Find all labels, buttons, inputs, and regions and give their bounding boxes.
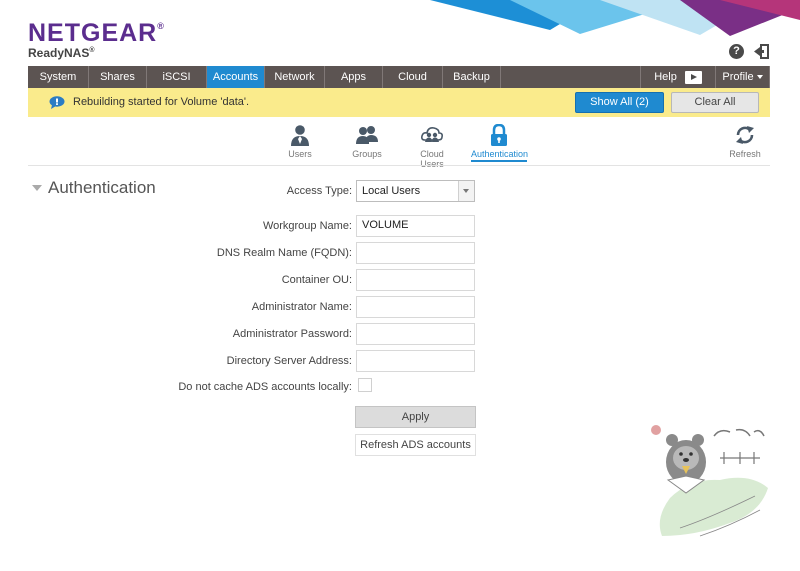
- admin-password-field[interactable]: [356, 323, 475, 345]
- alert-message: Rebuilding started for Volume 'data'.: [73, 96, 250, 108]
- nav-shares[interactable]: Shares: [89, 66, 147, 88]
- admin-name-label: Administrator Name:: [251, 301, 352, 313]
- user-icon: [291, 125, 309, 146]
- main-nav: System Shares iSCSI Accounts Network App…: [28, 66, 770, 88]
- nav-help[interactable]: Help: [641, 66, 716, 88]
- tab-users[interactable]: Users: [284, 124, 316, 159]
- lock-icon: [491, 124, 507, 146]
- active-tab-indicator: [471, 160, 527, 162]
- section-header[interactable]: Authentication: [32, 178, 156, 198]
- dns-realm-field[interactable]: [356, 242, 475, 264]
- tab-cloud-users-label: Cloud Users: [420, 149, 444, 169]
- nav-profile[interactable]: Profile: [716, 66, 770, 88]
- logout-icon[interactable]: [754, 44, 770, 59]
- apply-button[interactable]: Apply: [355, 406, 476, 428]
- nav-spacer: [501, 66, 641, 88]
- netgear-logo: NETGEAR®: [28, 19, 165, 47]
- access-type-value: Local Users: [362, 185, 421, 197]
- show-all-button[interactable]: Show All (2): [575, 92, 664, 113]
- access-type-select[interactable]: Local Users: [356, 180, 475, 202]
- nav-iscsi[interactable]: iSCSI: [147, 66, 207, 88]
- dns-realm-label: DNS Realm Name (FQDN):: [216, 247, 352, 259]
- directory-server-label: Directory Server Address:: [226, 355, 352, 367]
- play-video-icon: [684, 70, 702, 84]
- tab-groups[interactable]: Groups: [350, 124, 384, 159]
- nav-network[interactable]: Network: [265, 66, 325, 88]
- header-icons: ?: [729, 44, 770, 59]
- refresh-icon: [736, 126, 754, 144]
- help-circle-icon[interactable]: ?: [729, 44, 744, 59]
- collapse-triangle-icon: [32, 185, 42, 191]
- admin-password-label: Administrator Password:: [232, 328, 352, 340]
- tab-authentication[interactable]: Authentication: [471, 124, 529, 162]
- container-ou-label: Container OU:: [281, 274, 352, 286]
- refresh-button[interactable]: Refresh: [728, 124, 762, 159]
- tab-groups-label: Groups: [352, 149, 382, 159]
- refresh-ads-button[interactable]: Refresh ADS accounts: [355, 434, 476, 456]
- product-name: ReadyNAS®: [28, 46, 95, 60]
- watermark-bear-logo: [651, 425, 768, 537]
- nav-accounts[interactable]: Accounts: [207, 66, 265, 88]
- tab-cloud-users[interactable]: Cloud Users: [408, 124, 456, 169]
- tabs-divider: [28, 165, 770, 166]
- nav-cloud[interactable]: Cloud: [383, 66, 443, 88]
- nav-profile-label: Profile: [722, 71, 754, 83]
- no-cache-label: Do not cache ADS accounts locally:: [178, 381, 352, 393]
- caret-down-icon: [756, 75, 763, 79]
- alert-bar: Rebuilding started for Volume 'data'. Sh…: [28, 88, 770, 117]
- nav-system[interactable]: System: [28, 66, 89, 88]
- nav-apps[interactable]: Apps: [325, 66, 383, 88]
- no-cache-checkbox[interactable]: [358, 378, 372, 392]
- select-arrow-icon: [458, 181, 474, 201]
- admin-name-field[interactable]: [356, 296, 475, 318]
- workgroup-field[interactable]: VOLUME: [356, 215, 475, 237]
- cloud-users-icon: [421, 127, 443, 142]
- container-ou-field[interactable]: [356, 269, 475, 291]
- speech-bubble-icon: [49, 96, 65, 109]
- directory-server-field[interactable]: [356, 350, 475, 372]
- tab-users-label: Users: [288, 149, 312, 159]
- header-banner-graphic: [430, 0, 800, 36]
- access-type-label: Access Type:: [286, 185, 352, 197]
- workgroup-label: Workgroup Name:: [262, 220, 352, 232]
- section-title: Authentication: [48, 178, 156, 197]
- clear-all-button[interactable]: Clear All: [671, 92, 759, 113]
- refresh-label: Refresh: [729, 149, 761, 159]
- nav-backup[interactable]: Backup: [443, 66, 501, 88]
- nav-help-label: Help: [654, 71, 677, 83]
- tab-authentication-label: Authentication: [471, 149, 529, 159]
- group-icon: [356, 126, 378, 144]
